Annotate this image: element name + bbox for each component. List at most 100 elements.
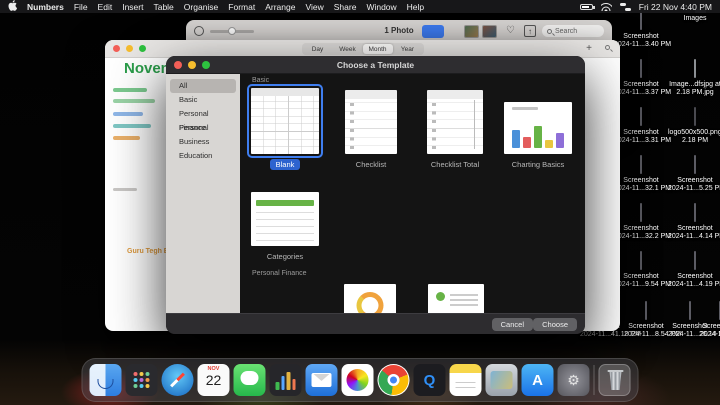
menu-arrange[interactable]: Arrange (265, 2, 295, 12)
wifi-icon[interactable] (601, 3, 612, 11)
menu-organise[interactable]: Organise (184, 2, 219, 12)
template-checklist-total[interactable]: Checklist Total (420, 90, 490, 172)
notes-dock-icon[interactable] (449, 364, 482, 396)
chrome-dock-icon[interactable] (377, 364, 410, 396)
menu-insert[interactable]: Insert (122, 2, 143, 12)
window-controls (113, 45, 146, 52)
calendar-list-item[interactable] (113, 88, 147, 92)
quicktime-dock-icon[interactable]: Q (413, 364, 446, 396)
desktop-icon-screenshot[interactable]: Screenshot 2024-11...32.2 PM (614, 203, 671, 241)
trash-dock-icon[interactable] (598, 364, 631, 396)
category-all[interactable]: All (170, 79, 236, 93)
menu-edit[interactable]: Edit (98, 2, 113, 12)
segment-year[interactable]: Year (393, 44, 423, 54)
menu-window[interactable]: Window (366, 2, 396, 12)
menu-bar-clock[interactable]: Fri 22 Nov 4:40 PM (639, 2, 712, 12)
menu-app-name[interactable]: Numbers (27, 2, 64, 12)
desktop-icon-image-file[interactable]: Image...dfsjpg at 2.18 PM.jpg (668, 59, 720, 97)
desktop-icon-screenshot[interactable]: Screenshot 2024-11...3.37 PM (614, 59, 671, 97)
choose-button[interactable]: Choose (533, 318, 577, 331)
preview-dock-icon[interactable] (485, 364, 518, 396)
minimize-button[interactable] (126, 45, 133, 52)
desktop-icon-screenshot[interactable]: Screenshot 2024-11...32.1 PM (614, 155, 671, 193)
favorite-heart-icon[interactable]: ♡ (506, 24, 515, 37)
dock: NOV 22 Q A ⚙ (81, 358, 639, 402)
category-personal[interactable]: Personal (170, 121, 236, 135)
template-thumbnail (427, 90, 483, 154)
image-thumbnail-icon (694, 107, 696, 126)
add-event-icon[interactable]: + (586, 43, 592, 54)
desktop-icon-screenshot[interactable]: Screenshot 2024-11...9.54 PM (614, 251, 671, 289)
desktop-icon-logo-file[interactable]: logo500x500.png at2.18 PM (668, 107, 720, 145)
menu-file[interactable]: File (74, 2, 88, 12)
menu-help[interactable]: Help (407, 2, 424, 12)
photo-thumbnail[interactable] (482, 25, 497, 38)
menu-view[interactable]: View (305, 2, 323, 12)
template-category-sidebar: All Basic Personal Finance Personal Busi… (166, 74, 240, 313)
search-icon[interactable] (605, 45, 610, 50)
menu-format[interactable]: Format (228, 2, 255, 12)
messages-dock-icon[interactable] (233, 364, 266, 396)
app-store-dock-icon[interactable]: A (521, 364, 554, 396)
category-basic[interactable]: Basic (170, 93, 236, 107)
screenshot-thumbnail-icon (640, 59, 642, 78)
calendar-list-item[interactable] (113, 99, 155, 103)
template-partial-thumbnail[interactable] (428, 284, 484, 313)
numbers-dock-icon[interactable] (269, 364, 302, 396)
search-icon (547, 28, 552, 34)
share-icon[interactable]: ↑ (524, 25, 536, 37)
desktop-icon-screenshot[interactable]: Screenshot 2024-11...8.54 PM (624, 301, 681, 339)
control-center-icon[interactable] (619, 2, 631, 11)
menu-share[interactable]: Share (334, 2, 357, 12)
photos-search-field[interactable]: Search (542, 25, 604, 37)
close-button[interactable] (113, 45, 120, 52)
category-personal-finance[interactable]: Personal Finance (170, 107, 236, 132)
segment-month[interactable]: Month (362, 44, 393, 54)
menu-bar: Numbers File Edit Insert Table Organise … (0, 0, 720, 13)
template-label: Checklist Total (430, 160, 480, 169)
selected-album-button[interactable] (422, 25, 444, 38)
screenshot-thumbnail-icon (645, 301, 647, 320)
segment-day[interactable]: Day (303, 44, 333, 54)
screenshot-thumbnail-icon (694, 203, 696, 222)
desktop-icon-screenshot[interactable]: Screenshot2024-11...4.08 PM (700, 301, 720, 339)
segment-week[interactable]: Week (333, 44, 363, 54)
template-categories[interactable]: Categories (248, 192, 322, 264)
desktop-icon-images-folder[interactable]: Images (668, 12, 720, 23)
photo-thumbnail[interactable] (464, 25, 479, 38)
calendar-dock-icon[interactable]: NOV 22 (197, 364, 230, 396)
cancel-button[interactable]: Cancel (491, 318, 533, 331)
mail-dock-icon[interactable] (305, 364, 338, 396)
desktop-icon-screenshot[interactable]: Screenshot 2024-11...4.19 PM (668, 251, 720, 289)
template-checklist[interactable]: Checklist (338, 90, 404, 172)
calendar-list-item[interactable] (113, 112, 143, 116)
search-placeholder: Search (555, 27, 578, 35)
safari-dock-icon[interactable] (161, 364, 194, 396)
battery-icon[interactable] (579, 3, 595, 10)
desktop-icon-screenshot[interactable]: Screenshot 2024-11...4.14 PM (668, 203, 720, 241)
category-business[interactable]: Business (170, 135, 236, 149)
template-blank[interactable]: Blank (247, 84, 323, 172)
desktop-icon-screenshot[interactable]: Screenshot 2024-11...3.31 PM (614, 107, 671, 145)
launchpad-dock-icon[interactable] (125, 364, 158, 396)
screenshot-thumbnail-icon (640, 107, 642, 126)
menu-table[interactable]: Table (153, 2, 173, 12)
calendar-list-item[interactable] (113, 136, 140, 140)
template-thumbnail (251, 192, 319, 246)
finder-dock-icon[interactable] (89, 364, 122, 396)
zoom-button[interactable] (139, 45, 146, 52)
template-partial-thumbnail[interactable] (344, 284, 396, 313)
desktop-icon-screenshot[interactable]: Screenshot 2024-11...3.40 PM (614, 11, 671, 49)
screenshot-thumbnail-icon (694, 251, 696, 270)
template-label: Categories (266, 252, 304, 261)
photos-dock-icon[interactable] (341, 364, 374, 396)
category-education[interactable]: Education (170, 149, 236, 163)
system-settings-dock-icon[interactable]: ⚙ (557, 364, 590, 396)
template-charting-basics[interactable]: Charting Basics (500, 90, 576, 172)
calendar-list-item[interactable] (113, 124, 151, 128)
template-thumbnail (247, 84, 323, 158)
screenshot-thumbnail-icon (640, 155, 642, 174)
apple-menu-icon[interactable] (8, 0, 18, 13)
section-label-basic: Basic (252, 77, 270, 84)
desktop-icon-screenshot[interactable]: Screenshot 2024-11...5.25 PM (668, 155, 720, 193)
